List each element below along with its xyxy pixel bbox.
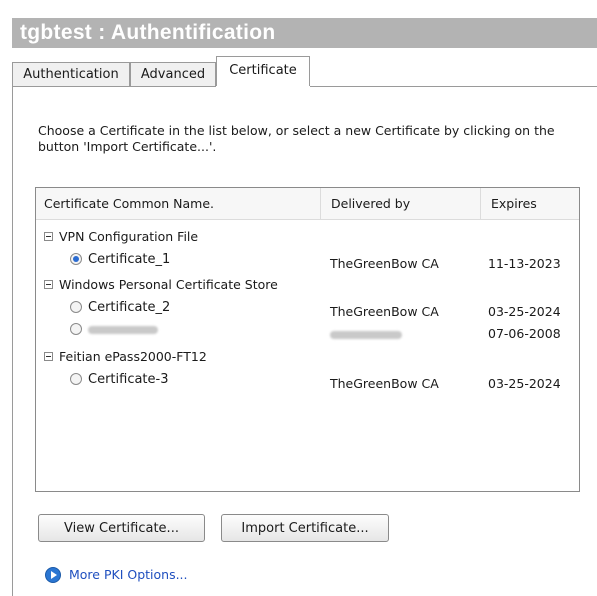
tab-advanced[interactable]: Advanced — [130, 62, 216, 86]
certificate-name: Certificate-3 — [88, 372, 169, 387]
tab-authentication[interactable]: Authentication — [12, 62, 130, 86]
view-certificate-button[interactable]: View Certificate... — [38, 514, 205, 542]
radio-icon[interactable] — [70, 372, 82, 385]
list-item[interactable]: Certificate_2 — [70, 298, 170, 318]
tab-authentication-label: Authentication — [23, 67, 119, 82]
column-header-delivered-by[interactable]: Delivered by — [321, 188, 481, 220]
list-item[interactable]: Certificate_1 — [70, 250, 170, 270]
radio-selected-icon[interactable] — [70, 252, 82, 265]
delivered-by: TheGreenBow CA — [330, 304, 439, 319]
group-label: Windows Personal Certificate Store — [59, 277, 278, 292]
certificate-name: Certificate_2 — [88, 300, 171, 315]
window-titlebar: tgbtest : Authentification — [12, 18, 597, 48]
column-header-name-label: Certificate Common Name. — [44, 196, 215, 211]
redacted-issuer — [330, 330, 402, 339]
group-windows-personal-certificate-store[interactable]: Windows Personal Certificate Store — [44, 276, 278, 294]
expires: 03-25-2024 — [488, 304, 561, 319]
expires: 03-25-2024 — [488, 376, 561, 391]
more-pki-options-link[interactable]: More PKI Options... — [45, 566, 188, 584]
column-header-expires-label: Expires — [491, 196, 537, 211]
collapse-icon[interactable] — [44, 352, 53, 361]
list-item-redacted[interactable] — [70, 320, 158, 340]
group-label: Feitian ePass2000-FT12 — [59, 349, 207, 364]
group-feitian-epass2000[interactable]: Feitian ePass2000-FT12 — [44, 348, 207, 366]
import-certificate-button[interactable]: Import Certificate... — [221, 514, 389, 542]
column-header-name[interactable]: Certificate Common Name. — [36, 188, 321, 220]
tab-certificate-label: Certificate — [229, 63, 297, 78]
play-circle-icon[interactable] — [45, 566, 61, 583]
expires: 11-13-2023 — [488, 256, 561, 271]
delivered-by: TheGreenBow CA — [330, 376, 439, 391]
radio-icon[interactable] — [70, 300, 82, 313]
group-vpn-configuration-file[interactable]: VPN Configuration File — [44, 228, 198, 246]
column-header-expires[interactable]: Expires — [481, 188, 579, 220]
list-item[interactable]: Certificate-3 — [70, 370, 169, 390]
collapse-icon[interactable] — [44, 280, 53, 289]
window-title: tgbtest : Authentification — [20, 21, 276, 44]
group-label: VPN Configuration File — [59, 229, 199, 244]
more-pki-options-label: More PKI Options... — [69, 567, 188, 582]
delivered-by: TheGreenBow CA — [330, 256, 439, 271]
tab-advanced-label: Advanced — [140, 67, 206, 82]
column-header-delivered-by-label: Delivered by — [331, 196, 411, 211]
tab-certificate[interactable]: Certificate — [216, 56, 310, 86]
tab-strip: Authentication Advanced Certificate — [12, 48, 597, 86]
collapse-icon[interactable] — [44, 232, 53, 241]
certificate-list[interactable]: Certificate Common Name. Delivered by Ex… — [35, 187, 580, 492]
radio-icon[interactable] — [70, 322, 82, 335]
certificate-name: Certificate_1 — [88, 252, 171, 267]
instructions-text: Choose a Certificate in the list below, … — [38, 123, 555, 154]
expires: 07-06-2008 — [488, 326, 561, 341]
redacted-name — [88, 325, 158, 334]
delivered-by-redacted — [330, 324, 402, 344]
